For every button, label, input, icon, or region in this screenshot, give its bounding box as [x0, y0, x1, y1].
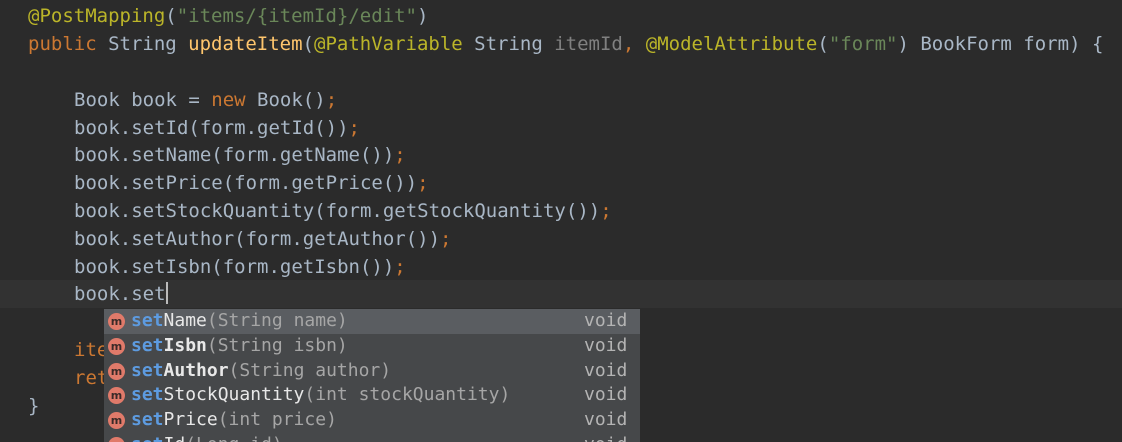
suggestion-item[interactable]: m setAuthor(String author) void: [104, 359, 640, 384]
suggestion-item[interactable]: m setStockQuantity(int stockQuantity) vo…: [104, 383, 640, 408]
method-icon: m: [108, 337, 125, 355]
code-line-13[interactable]: }: [28, 392, 39, 420]
param-itemid: itemId: [554, 33, 623, 55]
return-type: void: [584, 359, 628, 381]
code-line-4[interactable]: book.setId(form.getId());: [74, 114, 360, 142]
suggestion-item[interactable]: m setId(Long id) void: [104, 433, 640, 442]
annotation-pathvariable: @PathVariable: [314, 33, 475, 55]
annotation-modelattribute: @ModelAttribute: [645, 33, 818, 55]
code-editor[interactable]: @PostMapping("items/{itemId}/edit") publ…: [0, 0, 1122, 442]
text-caret: [165, 282, 168, 304]
current-line-highlight: [0, 280, 1122, 308]
code-line-9[interactable]: book.setIsbn(form.getIsbn());: [74, 253, 406, 281]
method-icon: m: [108, 412, 125, 430]
method-icon: m: [108, 436, 125, 442]
return-type: void: [584, 409, 628, 431]
code-line-2[interactable]: public String updateItem(@PathVariable S…: [28, 30, 1103, 58]
autocomplete-popup[interactable]: m setName(String name) void m setIsbn(St…: [104, 309, 640, 442]
suggestion-item[interactable]: m setName(String name) void: [104, 309, 640, 334]
code-line-1[interactable]: @PostMapping("items/{itemId}/edit"): [28, 2, 428, 30]
mapping-path-string: "items/{itemId}/edit": [176, 5, 417, 27]
code-line-3[interactable]: Book book = new Book();: [74, 86, 337, 114]
return-type: void: [584, 334, 628, 356]
annotation-postmapping: @PostMapping: [28, 5, 166, 27]
code-line-6[interactable]: book.setPrice(form.getPrice());: [74, 169, 429, 197]
method-icon: m: [108, 313, 125, 330]
code-line-5[interactable]: book.setName(form.getName());: [74, 141, 406, 169]
return-type: void: [584, 433, 627, 442]
return-type: void: [584, 310, 628, 331]
return-type: void: [584, 384, 628, 406]
method-icon: m: [108, 362, 125, 380]
suggestion-item[interactable]: m setPrice(int price) void: [104, 408, 640, 433]
method-icon: m: [108, 387, 125, 405]
code-line-10-current[interactable]: book.set: [74, 280, 168, 308]
method-name-updateitem: updateItem: [188, 33, 303, 55]
code-line-7[interactable]: book.setStockQuantity(form.getStockQuant…: [74, 197, 612, 225]
suggestion-item[interactable]: m setIsbn(String isbn) void: [104, 334, 640, 359]
code-line-8[interactable]: book.setAuthor(form.getAuthor());: [74, 225, 452, 253]
